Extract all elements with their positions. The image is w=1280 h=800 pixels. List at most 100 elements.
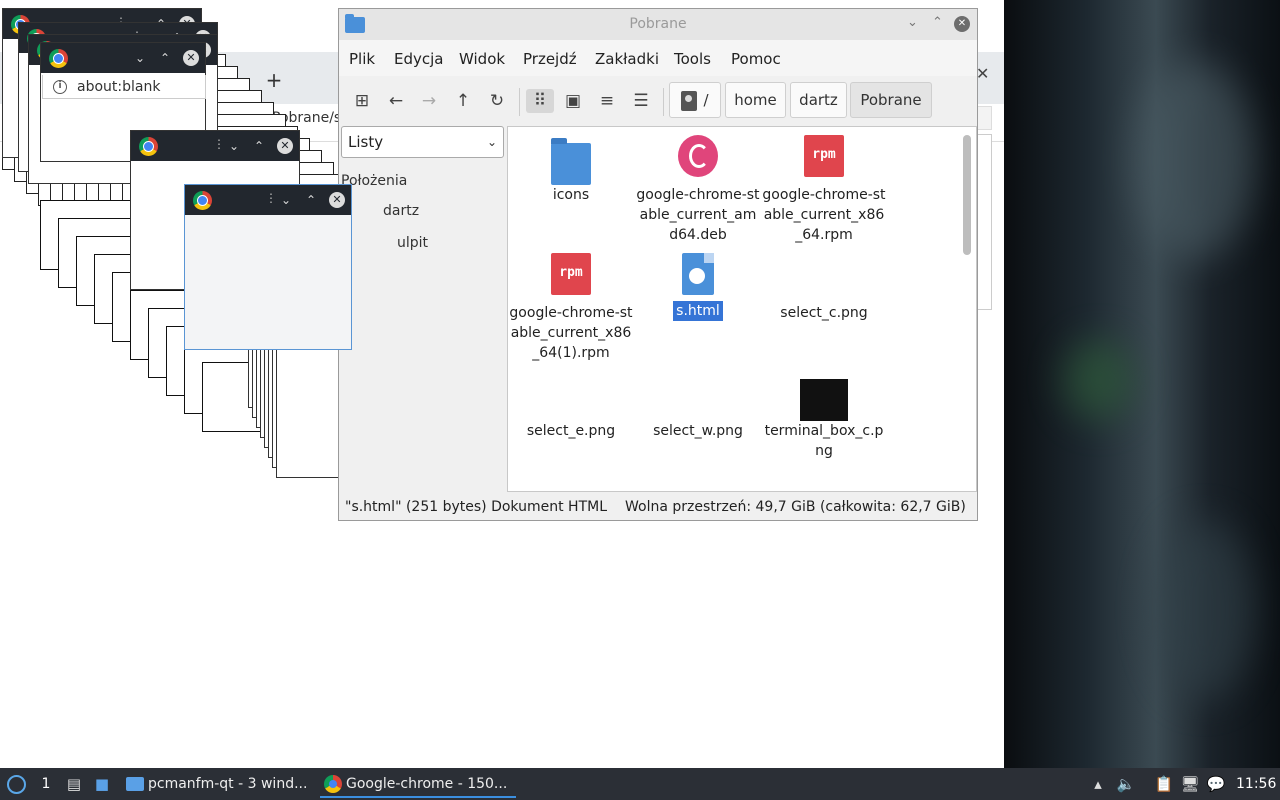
file-name: google-chrome-stable_current_x86_64(1).r…: [509, 305, 633, 361]
chrome-toolbar-edge: [976, 106, 992, 130]
maximize-icon[interactable]: ⌃: [306, 190, 316, 210]
detailed-view-icon[interactable]: ☰: [628, 89, 654, 113]
png-thumbnail-icon: [800, 379, 848, 421]
icon-view-icon[interactable]: ⠿: [526, 89, 554, 113]
file-item-terminal-box[interactable]: terminal_box_c.png: [762, 371, 886, 461]
debian-package-icon: [678, 135, 718, 177]
file-item-rpm[interactable]: rpm google-chrome-stable_current_x86_64.…: [762, 135, 886, 245]
taskbar: 1 ▤ ■ pcmanfm-qt - 3 wind... Google-chro…: [0, 768, 1280, 800]
file-name: icons: [552, 187, 590, 203]
file-item-icons[interactable]: icons: [509, 135, 633, 205]
chrome-close-icon[interactable]: ✕: [976, 64, 989, 83]
new-tab-icon[interactable]: ⊞: [349, 89, 375, 113]
more-icon[interactable]: ⋮: [213, 137, 225, 151]
thumbnail-view-icon[interactable]: ▣: [560, 89, 586, 113]
notification-icon[interactable]: 💬: [1206, 774, 1226, 794]
menu-tools[interactable]: Tools: [674, 50, 711, 68]
start-menu-button[interactable]: [4, 768, 30, 800]
chevron-down-icon: ⌄: [486, 135, 497, 149]
chrome-icon: [193, 191, 212, 210]
breadcrumb-dartz[interactable]: dartz: [790, 82, 847, 118]
menu-przejdz[interactable]: Przejdź: [523, 50, 577, 68]
maximize-icon[interactable]: ⌃: [254, 136, 264, 156]
file-icon-view[interactable]: icons google-chrome-stable_current_amd64…: [507, 126, 977, 492]
popup-content: [185, 215, 351, 349]
breadcrumb-root[interactable]: /: [669, 82, 721, 118]
network-icon[interactable]: 🖥: [1180, 774, 1200, 794]
window-title: Pobrane: [629, 16, 687, 32]
file-name: terminal_box_c.png: [764, 423, 884, 459]
file-item-s-html[interactable]: s.html: [636, 253, 760, 321]
close-icon[interactable]: ✕: [277, 138, 293, 154]
png-thumbnail-icon: [636, 371, 760, 413]
menu-zakladki[interactable]: Zakładki: [595, 50, 659, 68]
chrome-popup-window[interactable]: ⋮ ⌄ ⌃ ✕: [184, 184, 352, 350]
html-file-icon: [682, 253, 714, 295]
file-name: select_w.png: [653, 423, 743, 439]
desktop-wallpaper: [1004, 0, 1280, 768]
folder-icon: [126, 777, 144, 791]
file-name: select_c.png: [780, 305, 868, 321]
info-icon: i: [53, 80, 67, 94]
minimize-icon[interactable]: ⌄: [907, 15, 918, 30]
close-icon[interactable]: ✕: [954, 16, 970, 32]
minimize-icon[interactable]: ⌄: [229, 136, 239, 156]
png-thumbnail-icon: [762, 253, 886, 295]
sidebar-item-dartz[interactable]: dartz: [383, 203, 419, 219]
compact-view-icon[interactable]: ≡: [594, 89, 620, 113]
desktop-switcher[interactable]: 1: [36, 768, 56, 800]
up-icon[interactable]: ↑: [450, 89, 476, 113]
reload-icon[interactable]: ↻: [484, 89, 510, 113]
menu-plik[interactable]: Plik: [349, 50, 375, 68]
file-item-select-c[interactable]: select_c.png: [762, 253, 886, 323]
toolbar-separator: [519, 88, 520, 116]
rpm-package-icon: rpm: [804, 135, 844, 177]
menu-pomoc[interactable]: Pomoc: [731, 50, 781, 68]
popup-address-bar[interactable]: i about:blank: [42, 75, 206, 99]
task-google-chrome[interactable]: Google-chrome - 150...: [320, 770, 516, 798]
menu-widok[interactable]: Widok: [459, 50, 505, 68]
forward-icon[interactable]: →: [416, 89, 442, 113]
file-name: select_e.png: [526, 423, 616, 439]
toolbar: ⊞ ← → ↑ ↻ ⠿ ▣ ≡ ☰ / home dartz Pobrane: [339, 76, 977, 126]
rpm-package-icon: rpm: [551, 253, 591, 295]
maximize-icon[interactable]: ⌃: [160, 48, 170, 68]
menu-edycja[interactable]: Edycja: [394, 50, 443, 68]
file-item-rpm-1[interactable]: rpm google-chrome-stable_current_x86_64(…: [509, 253, 633, 363]
side-pane-mode-select[interactable]: Listy ⌄: [341, 126, 504, 158]
toolbar-separator: [663, 88, 664, 116]
file-name: google-chrome-stable_current_x86_64.rpm: [762, 187, 886, 243]
maximize-icon[interactable]: ⌃: [932, 15, 943, 30]
drive-icon: [681, 90, 698, 111]
file-cabinet-icon[interactable]: ▤: [64, 774, 84, 794]
chrome-icon: [49, 49, 68, 68]
file-name-selected: s.html: [673, 301, 723, 321]
back-icon[interactable]: ←: [383, 89, 409, 113]
file-item-select-e[interactable]: select_e.png: [509, 371, 633, 441]
volume-icon[interactable]: 🔈: [1116, 774, 1136, 794]
task-pcmanfm[interactable]: pcmanfm-qt - 3 wind...: [122, 770, 312, 798]
statusbar: "s.html" (251 bytes) Dokument HTML Wolna…: [339, 494, 977, 520]
more-icon[interactable]: ⋮: [265, 191, 277, 205]
file-item-deb[interactable]: google-chrome-stable_current_amd64.deb: [636, 135, 760, 245]
status-free-space: Wolna przestrzeń: 49,7 GiB (całkowita: 6…: [625, 499, 966, 515]
chrome-content-edge: [976, 134, 992, 310]
show-desktop-icon[interactable]: ■: [92, 774, 112, 794]
file-name: google-chrome-stable_current_amd64.deb: [636, 187, 760, 243]
folder-icon: [551, 138, 591, 185]
sidebar-item-pulpit[interactable]: ulpit: [397, 235, 428, 251]
minimize-icon[interactable]: ⌄: [135, 48, 145, 68]
close-icon[interactable]: ✕: [183, 50, 199, 66]
close-icon[interactable]: ✕: [329, 192, 345, 208]
fm-titlebar[interactable]: Pobrane ⌄ ⌃ ✕: [339, 9, 977, 40]
breadcrumb-home[interactable]: home: [725, 82, 786, 118]
new-tab-button[interactable]: +: [262, 68, 286, 92]
png-thumbnail-icon: [509, 371, 633, 413]
minimize-icon[interactable]: ⌄: [281, 190, 291, 210]
tray-arrow-icon[interactable]: ▴: [1088, 774, 1108, 794]
clipboard-icon[interactable]: 📋: [1154, 774, 1174, 794]
lxqt-logo-icon: [7, 775, 26, 794]
breadcrumb-pobrane[interactable]: Pobrane: [850, 82, 932, 118]
file-item-select-w[interactable]: select_w.png: [636, 371, 760, 441]
scrollbar-thumb[interactable]: [963, 135, 971, 255]
